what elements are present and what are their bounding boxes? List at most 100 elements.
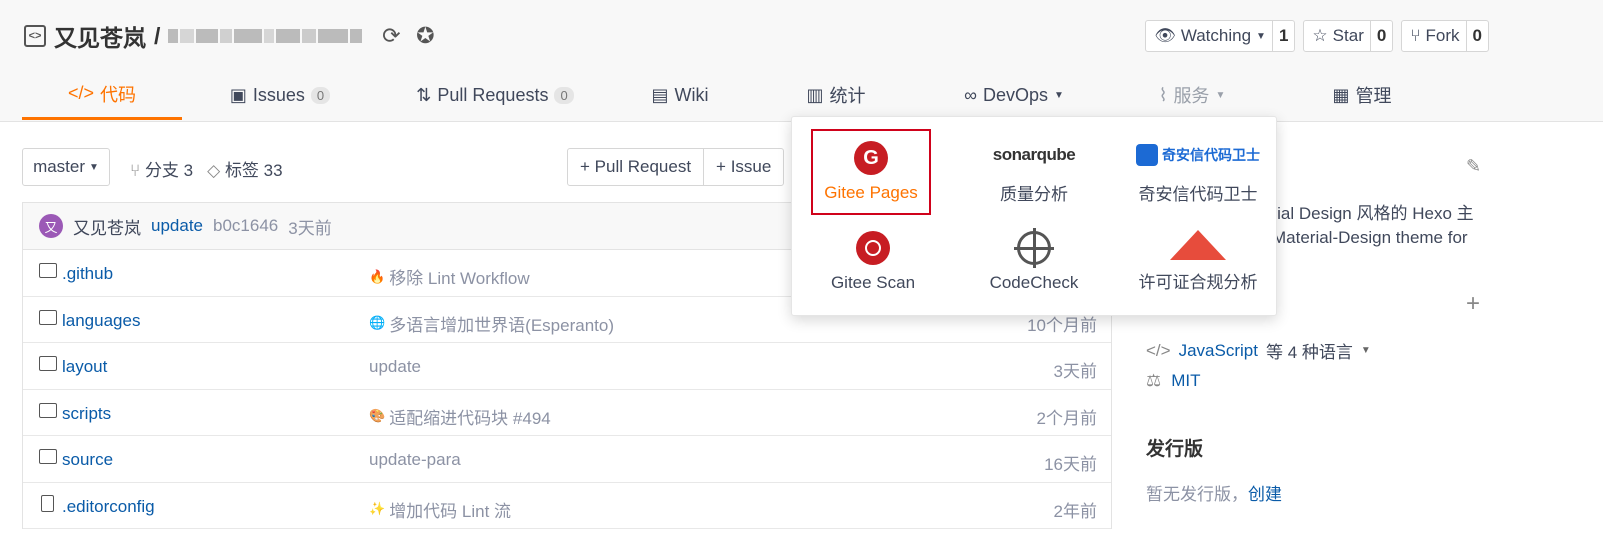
branches-link[interactable]: ⑂ 分支 3 bbox=[130, 156, 193, 181]
file-name-link[interactable]: .editorconfig bbox=[62, 497, 155, 517]
file-commit-message[interactable]: 增加代码 Lint 流 bbox=[389, 497, 511, 522]
file-name-link[interactable]: layout bbox=[62, 357, 107, 377]
service-codecheck[interactable]: CodeCheck bbox=[974, 217, 1094, 303]
branches-count: 分支 3 bbox=[144, 161, 194, 180]
tab-stats[interactable]: ▥ 统计 bbox=[748, 70, 924, 120]
codecheck-logo-icon bbox=[1014, 228, 1054, 268]
service-gitee-pages[interactable]: G Gitee Pages bbox=[811, 129, 931, 215]
commit-author[interactable]: 又见苍岚 bbox=[73, 214, 141, 239]
file-name-link[interactable]: scripts bbox=[62, 404, 111, 424]
tab-devops[interactable]: ∞ DevOps ▼ bbox=[924, 70, 1104, 120]
tab-label: 管理 bbox=[1355, 86, 1392, 106]
license-compliance-logo-icon bbox=[1170, 230, 1226, 260]
edit-description-icon[interactable]: ✎ bbox=[1466, 156, 1486, 176]
service-sonarqube[interactable]: sonarqube 质量分析 bbox=[974, 129, 1094, 215]
branch-select[interactable]: master ▼ bbox=[22, 148, 110, 186]
caret-down-icon: ▼ bbox=[1360, 345, 1371, 356]
service-qianxin[interactable]: 奇安信代码卫士 奇安信代码卫士 bbox=[1135, 129, 1261, 215]
folder-icon bbox=[39, 402, 57, 418]
tab-manage[interactable]: ▦ 管理 bbox=[1280, 70, 1444, 120]
folder-icon bbox=[39, 356, 57, 371]
language-info[interactable]: </> JavaScript 等 4 种语言 ▼ bbox=[1146, 338, 1371, 363]
fork-label: Fork bbox=[1425, 26, 1460, 45]
file-commit-time: 2年前 bbox=[1053, 501, 1097, 521]
file-commit-message[interactable]: update-para bbox=[369, 450, 461, 470]
caret-down-icon: ▼ bbox=[1215, 89, 1226, 101]
file-commit-message[interactable]: 多语言增加世界语(Esperanto) bbox=[389, 311, 614, 336]
new-issue-button[interactable]: + Issue bbox=[703, 149, 783, 185]
file-icon bbox=[41, 494, 54, 512]
language-rest: 等 4 种语言 bbox=[1265, 343, 1353, 362]
license-name: MIT bbox=[1171, 371, 1201, 390]
tab-services[interactable]: ⌇ 服务 ▼ bbox=[1104, 70, 1280, 120]
fork-button[interactable]: ⑂ Fork 0 bbox=[1401, 20, 1489, 52]
caret-down-icon: ▼ bbox=[1256, 30, 1266, 42]
gitee-logo-icon: G bbox=[854, 141, 888, 175]
branch-icon: ⑂ bbox=[130, 161, 141, 180]
globe-emoji-icon: 🌐 bbox=[369, 315, 386, 330]
repo-owner-link[interactable]: 又见苍岚 bbox=[54, 19, 146, 53]
releases-heading: 发行版 bbox=[1146, 439, 1204, 460]
tags-link[interactable]: ◇ 标签 33 bbox=[207, 156, 282, 181]
code-repo-icon: <> bbox=[24, 25, 46, 47]
service-gitee-scan[interactable]: Gitee Scan bbox=[813, 217, 933, 303]
repo-tabs: </> 代码 ▣ Issues 0 ⇅ Pull Requests 0 ▤ Wiki ▥ 统计… bbox=[22, 70, 1444, 120]
watch-button[interactable]: 👁 Watching ▼ 1 bbox=[1145, 20, 1296, 52]
file-commit-time: 2个月前 bbox=[1036, 408, 1097, 428]
license-info[interactable]: ⚖ MIT bbox=[1146, 371, 1201, 391]
file-commit-message[interactable]: update bbox=[369, 357, 421, 377]
tag-icon: ◇ bbox=[207, 161, 221, 180]
palette-emoji-icon: 🎨 bbox=[369, 408, 386, 423]
service-label: 质量分析 bbox=[1000, 185, 1068, 204]
star-icon: ☆ bbox=[1312, 26, 1328, 45]
tab-wiki[interactable]: ▤ Wiki bbox=[612, 70, 748, 120]
fork-count[interactable]: 0 bbox=[1467, 21, 1488, 51]
repo-header: <> 又见苍岚 / ⟳ ✪ 👁 Watching ▼ 1 ☆ Star 0 ⑂ Fork… bbox=[0, 0, 1603, 122]
table-row: source update-para 16天前 bbox=[23, 436, 1111, 483]
issues-icon: ▣ bbox=[229, 84, 247, 105]
file-name-link[interactable]: languages bbox=[62, 311, 140, 331]
add-topic-icon[interactable]: + bbox=[1466, 290, 1480, 318]
manage-icon: ▦ bbox=[1332, 84, 1350, 105]
sync-icon[interactable]: ⟳ bbox=[378, 23, 404, 49]
qianxin-logo-text: 奇安信代码卫士 bbox=[1162, 147, 1260, 163]
tab-code[interactable]: </> 代码 bbox=[22, 70, 182, 120]
repo-actions: 👁 Watching ▼ 1 ☆ Star 0 ⑂ Fork 0 bbox=[1145, 20, 1489, 52]
file-name-link[interactable]: source bbox=[62, 450, 113, 470]
caret-down-icon: ▼ bbox=[1053, 89, 1064, 101]
sparkles-emoji-icon: ✨ bbox=[369, 501, 386, 516]
file-commit-message[interactable]: 移除 Lint Workflow bbox=[389, 264, 529, 289]
file-name-link[interactable]: .github bbox=[62, 264, 113, 284]
code-icon: </> bbox=[67, 83, 95, 103]
tab-label: Issues bbox=[252, 84, 305, 105]
file-commit-time: 16天前 bbox=[1044, 455, 1097, 474]
repo-name-blurred[interactable] bbox=[168, 25, 370, 47]
tab-label: Wiki bbox=[674, 84, 709, 105]
table-row: scripts 🎨 适配缩进代码块 #494 2个月前 bbox=[23, 390, 1111, 436]
star-count[interactable]: 0 bbox=[1371, 21, 1392, 51]
file-commit-message[interactable]: 适配缩进代码块 #494 bbox=[389, 404, 551, 429]
no-release-text: 暂无发行版， bbox=[1146, 485, 1248, 504]
tab-pull-requests[interactable]: ⇅ Pull Requests 0 bbox=[378, 70, 612, 120]
qianxin-logo-icon: 奇安信代码卫士 bbox=[1136, 138, 1260, 172]
recommend-badge-icon[interactable]: ✪ bbox=[412, 23, 438, 49]
service-label: CodeCheck bbox=[989, 273, 1079, 292]
service-label: Gitee Pages bbox=[824, 183, 918, 202]
pulse-icon: ⌇ bbox=[1158, 84, 1168, 105]
commit-sha[interactable]: b0c1646 bbox=[213, 216, 278, 236]
watch-count[interactable]: 1 bbox=[1273, 21, 1294, 51]
scale-icon: ⚖ bbox=[1146, 371, 1162, 390]
fork-icon: ⑂ bbox=[1410, 26, 1421, 45]
caret-down-icon: ▼ bbox=[89, 161, 99, 173]
table-row: .editorconfig ✨ 增加代码 Lint 流 2年前 bbox=[23, 483, 1111, 529]
branch-name: master bbox=[33, 157, 86, 176]
service-license-compliance[interactable]: 许可证合规分析 bbox=[1135, 217, 1261, 303]
tab-issues[interactable]: ▣ Issues 0 bbox=[182, 70, 378, 120]
table-row: layout update 3天前 bbox=[23, 343, 1111, 390]
new-pull-request-button[interactable]: + Pull Request bbox=[568, 149, 703, 185]
commit-message[interactable]: update bbox=[151, 216, 203, 236]
create-release-link[interactable]: 创建 bbox=[1248, 485, 1282, 504]
avatar[interactable]: 又 bbox=[39, 214, 63, 238]
tab-label: Pull Requests bbox=[437, 84, 549, 105]
star-button[interactable]: ☆ Star 0 bbox=[1303, 20, 1394, 52]
